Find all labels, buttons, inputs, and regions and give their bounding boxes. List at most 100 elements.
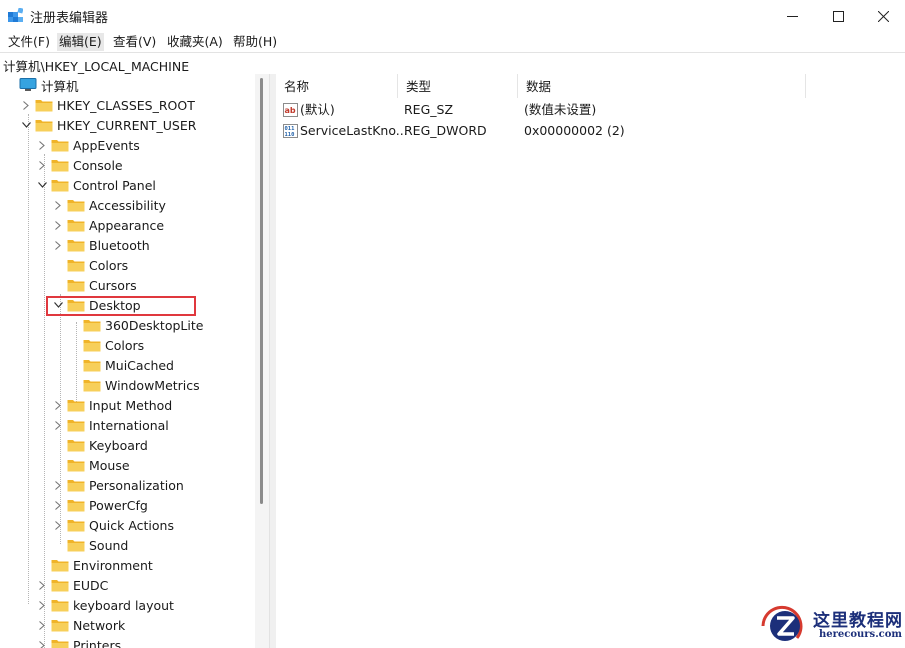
- chevron-right-icon[interactable]: [52, 195, 64, 215]
- values-list-pane[interactable]: 名称 类型 数据 ab (默认) REG_SZ (数值未设置) 011 110 …: [276, 74, 905, 648]
- tree-node-label: Appearance: [89, 217, 165, 233]
- address-bar[interactable]: 计算机\HKEY_LOCAL_MACHINE: [0, 52, 905, 76]
- chevron-right-icon[interactable]: [36, 635, 48, 648]
- value-row[interactable]: ab (默认) REG_SZ (数值未设置): [276, 100, 905, 120]
- chevron-right-icon[interactable]: [52, 415, 64, 435]
- tree-node[interactable]: HKEY_CURRENT_USER: [20, 115, 196, 135]
- tree-node[interactable]: Mouse: [52, 455, 130, 475]
- folder-icon: [51, 160, 69, 172]
- tree-node[interactable]: Console: [36, 155, 123, 175]
- tree-node[interactable]: AppEvents: [36, 135, 140, 155]
- close-icon: [877, 10, 889, 22]
- value-name: ServiceLastKno...: [300, 123, 408, 138]
- menu-view[interactable]: 查看(V): [111, 33, 158, 51]
- chevron-down-icon[interactable]: [20, 115, 32, 135]
- value-name: (默认): [300, 102, 335, 117]
- scrollbar-thumb[interactable]: [260, 78, 263, 504]
- tree-node[interactable]: Bluetooth: [52, 235, 150, 255]
- string-value-icon: ab: [283, 103, 298, 117]
- tree-node[interactable]: Quick Actions: [52, 515, 174, 535]
- tree-node[interactable]: Environment: [36, 555, 153, 575]
- chevron-right-icon[interactable]: [52, 515, 64, 535]
- chevron-right-icon[interactable]: [36, 575, 48, 595]
- key-tree-pane[interactable]: 计算机 HKEY_CLASSES_ROOT HKEY_CURRENT_USER Ap…: [0, 74, 255, 648]
- column-header-name[interactable]: 名称: [276, 74, 398, 98]
- chevron-right-icon[interactable]: [36, 615, 48, 635]
- tree-node-label: Bluetooth: [89, 237, 150, 253]
- tree-node[interactable]: Control Panel: [36, 175, 156, 195]
- tree-node-label: Sound: [89, 537, 129, 553]
- tree-node-label: AppEvents: [73, 137, 140, 153]
- tree-node-label: MuiCached: [105, 357, 174, 373]
- chevron-right-icon[interactable]: [20, 95, 32, 115]
- tree-node-label: Colors: [105, 337, 145, 353]
- tree-node-label: 360DesktopLite: [105, 317, 204, 333]
- tree-node[interactable]: Cursors: [52, 275, 137, 295]
- chevron-right-icon[interactable]: [36, 135, 48, 155]
- computer-icon: [19, 78, 37, 91]
- tree-node-label: PowerCfg: [89, 497, 148, 513]
- tree-node[interactable]: PowerCfg: [52, 495, 148, 515]
- minimize-button[interactable]: [769, 0, 815, 32]
- folder-icon: [51, 560, 69, 572]
- chevron-right-icon[interactable]: [52, 215, 64, 235]
- folder-icon: [83, 380, 101, 392]
- selection-highlight-box: [46, 296, 196, 316]
- chevron-right-icon[interactable]: [52, 495, 64, 515]
- tree-node[interactable]: International: [52, 415, 169, 435]
- tree-node[interactable]: Accessibility: [52, 195, 166, 215]
- maximize-button[interactable]: [815, 0, 861, 32]
- column-header-type[interactable]: 类型: [398, 74, 518, 98]
- column-header-data[interactable]: 数据: [518, 74, 806, 98]
- tree-node[interactable]: Printers: [36, 635, 121, 648]
- tree-node-label: Quick Actions: [89, 517, 174, 533]
- folder-icon: [67, 240, 85, 252]
- menu-favorites[interactable]: 收藏夹(A): [165, 33, 225, 51]
- chevron-right-icon[interactable]: [52, 475, 64, 495]
- tree-node[interactable]: Colors: [68, 335, 144, 355]
- folder-icon: [51, 580, 69, 592]
- chevron-right-icon[interactable]: [36, 155, 48, 175]
- tree-node[interactable]: WindowMetrics: [68, 375, 200, 395]
- chevron-right-icon[interactable]: [52, 235, 64, 255]
- tree-node[interactable]: EUDC: [36, 575, 108, 595]
- minimize-icon: [786, 15, 798, 17]
- value-type: REG_SZ: [404, 102, 454, 117]
- tree-node-label: Console: [73, 157, 123, 173]
- folder-icon: [67, 420, 85, 432]
- tree-node[interactable]: Personalization: [52, 475, 184, 495]
- menu-file[interactable]: 文件(F): [6, 33, 52, 51]
- tree-node[interactable]: HKEY_CLASSES_ROOT: [20, 95, 195, 115]
- tree-node[interactable]: keyboard layout: [36, 595, 174, 615]
- chevron-down-icon[interactable]: [4, 75, 16, 95]
- folder-icon: [67, 520, 85, 532]
- tree-node-computer[interactable]: 计算机: [4, 75, 79, 95]
- chevron-right-icon[interactable]: [36, 595, 48, 615]
- chevron-down-icon[interactable]: [36, 175, 48, 195]
- tree-node[interactable]: Keyboard: [52, 435, 148, 455]
- tree-node[interactable]: Sound: [52, 535, 128, 555]
- svg-text:110: 110: [285, 132, 295, 138]
- tree-node[interactable]: Network: [36, 615, 125, 635]
- watermark: 这里教程网 herecours.com: [757, 604, 905, 648]
- tree-node[interactable]: MuiCached: [68, 355, 174, 375]
- tree-scrollbar[interactable]: [255, 74, 269, 648]
- tree-node[interactable]: Colors: [52, 255, 128, 275]
- menu-edit[interactable]: 编辑(E): [57, 33, 104, 51]
- value-row[interactable]: 011 110 ServiceLastKno... REG_DWORD 0x00…: [276, 121, 905, 141]
- close-button[interactable]: [860, 0, 905, 32]
- watermark-logo: [761, 605, 803, 641]
- menu-help[interactable]: 帮助(H): [231, 33, 279, 51]
- tree-node[interactable]: Appearance: [52, 215, 164, 235]
- tree-node-label: Printers: [73, 637, 122, 648]
- tree-node[interactable]: 360DesktopLite: [68, 315, 203, 335]
- tree-node-label: Cursors: [89, 277, 137, 293]
- tree-node[interactable]: Input Method: [52, 395, 172, 415]
- folder-icon: [67, 220, 85, 232]
- chevron-right-icon[interactable]: [52, 395, 64, 415]
- pane-splitter[interactable]: [269, 74, 276, 648]
- folder-icon: [35, 120, 53, 132]
